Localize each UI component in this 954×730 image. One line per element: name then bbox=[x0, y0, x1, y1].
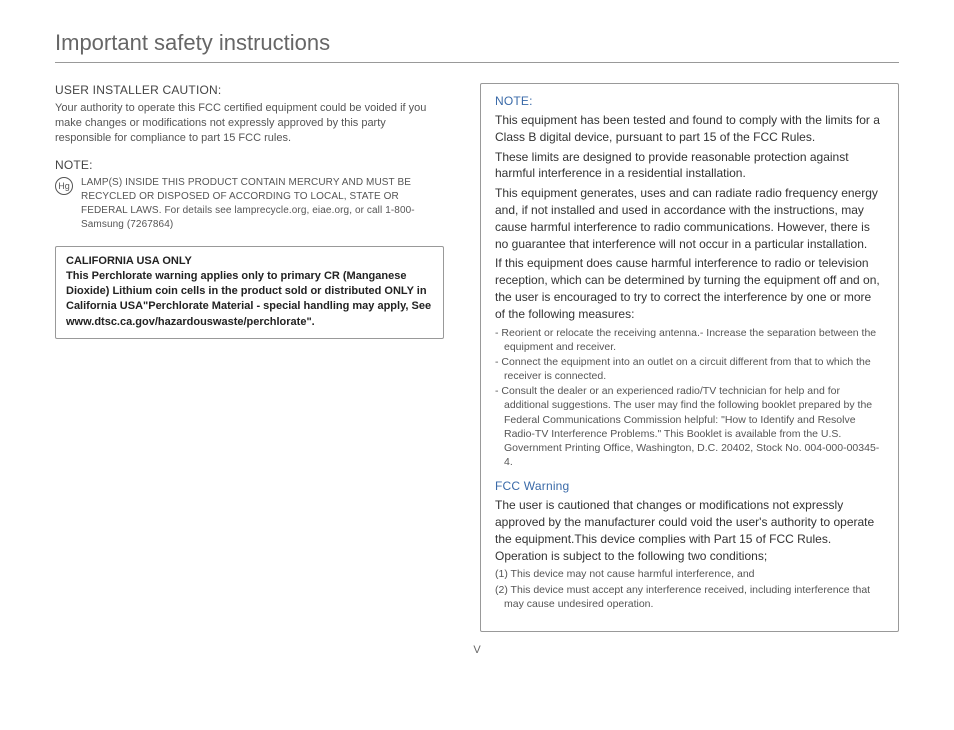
right-note-p4: If this equipment does cause harmful int… bbox=[495, 255, 884, 322]
right-note-p3: This equipment generates, uses and can r… bbox=[495, 185, 884, 252]
fcc-warning-body: The user is cautioned that changes or mo… bbox=[495, 497, 884, 564]
right-note-p2: These limits are designed to provide rea… bbox=[495, 149, 884, 183]
fcc-condition-1: (1) This device may not cause harmful in… bbox=[495, 567, 884, 581]
right-note-p1: This equipment has been tested and found… bbox=[495, 112, 884, 146]
right-note-heading: NOTE: bbox=[495, 94, 884, 108]
mercury-lamp-text: LAMP(S) INSIDE THIS PRODUCT CONTAIN MERC… bbox=[81, 176, 444, 232]
mercury-hg-icon: Hg bbox=[55, 177, 73, 195]
bullet-consult: - Consult the dealer or an experienced r… bbox=[495, 384, 884, 469]
page-title: Important safety instructions bbox=[55, 30, 899, 63]
content-columns: USER INSTALLER CAUTION: Your authority t… bbox=[55, 83, 899, 632]
fcc-condition-2: (2) This device must accept any interfer… bbox=[495, 583, 884, 611]
user-caution-heading: USER INSTALLER CAUTION: bbox=[55, 83, 444, 97]
california-title: CALIFORNIA USA ONLY bbox=[66, 255, 433, 267]
left-column: USER INSTALLER CAUTION: Your authority t… bbox=[55, 83, 444, 632]
page-number: V bbox=[55, 644, 899, 656]
left-note-heading: NOTE: bbox=[55, 158, 444, 172]
bullet-reorient: - Reorient or relocate the receiving ant… bbox=[495, 326, 884, 354]
bullet-connect: - Connect the equipment into an outlet o… bbox=[495, 355, 884, 383]
california-body: This Perchlorate warning applies only to… bbox=[66, 269, 433, 331]
user-caution-body: Your authority to operate this FCC certi… bbox=[55, 101, 444, 146]
mercury-lamp-note: Hg LAMP(S) INSIDE THIS PRODUCT CONTAIN M… bbox=[55, 176, 444, 232]
fcc-warning-heading: FCC Warning bbox=[495, 479, 884, 493]
right-column: NOTE: This equipment has been tested and… bbox=[480, 83, 899, 632]
fcc-conditions: (1) This device may not cause harmful in… bbox=[495, 567, 884, 611]
right-note-bullets: - Reorient or relocate the receiving ant… bbox=[495, 326, 884, 470]
california-warning-box: CALIFORNIA USA ONLY This Perchlorate war… bbox=[55, 246, 444, 340]
